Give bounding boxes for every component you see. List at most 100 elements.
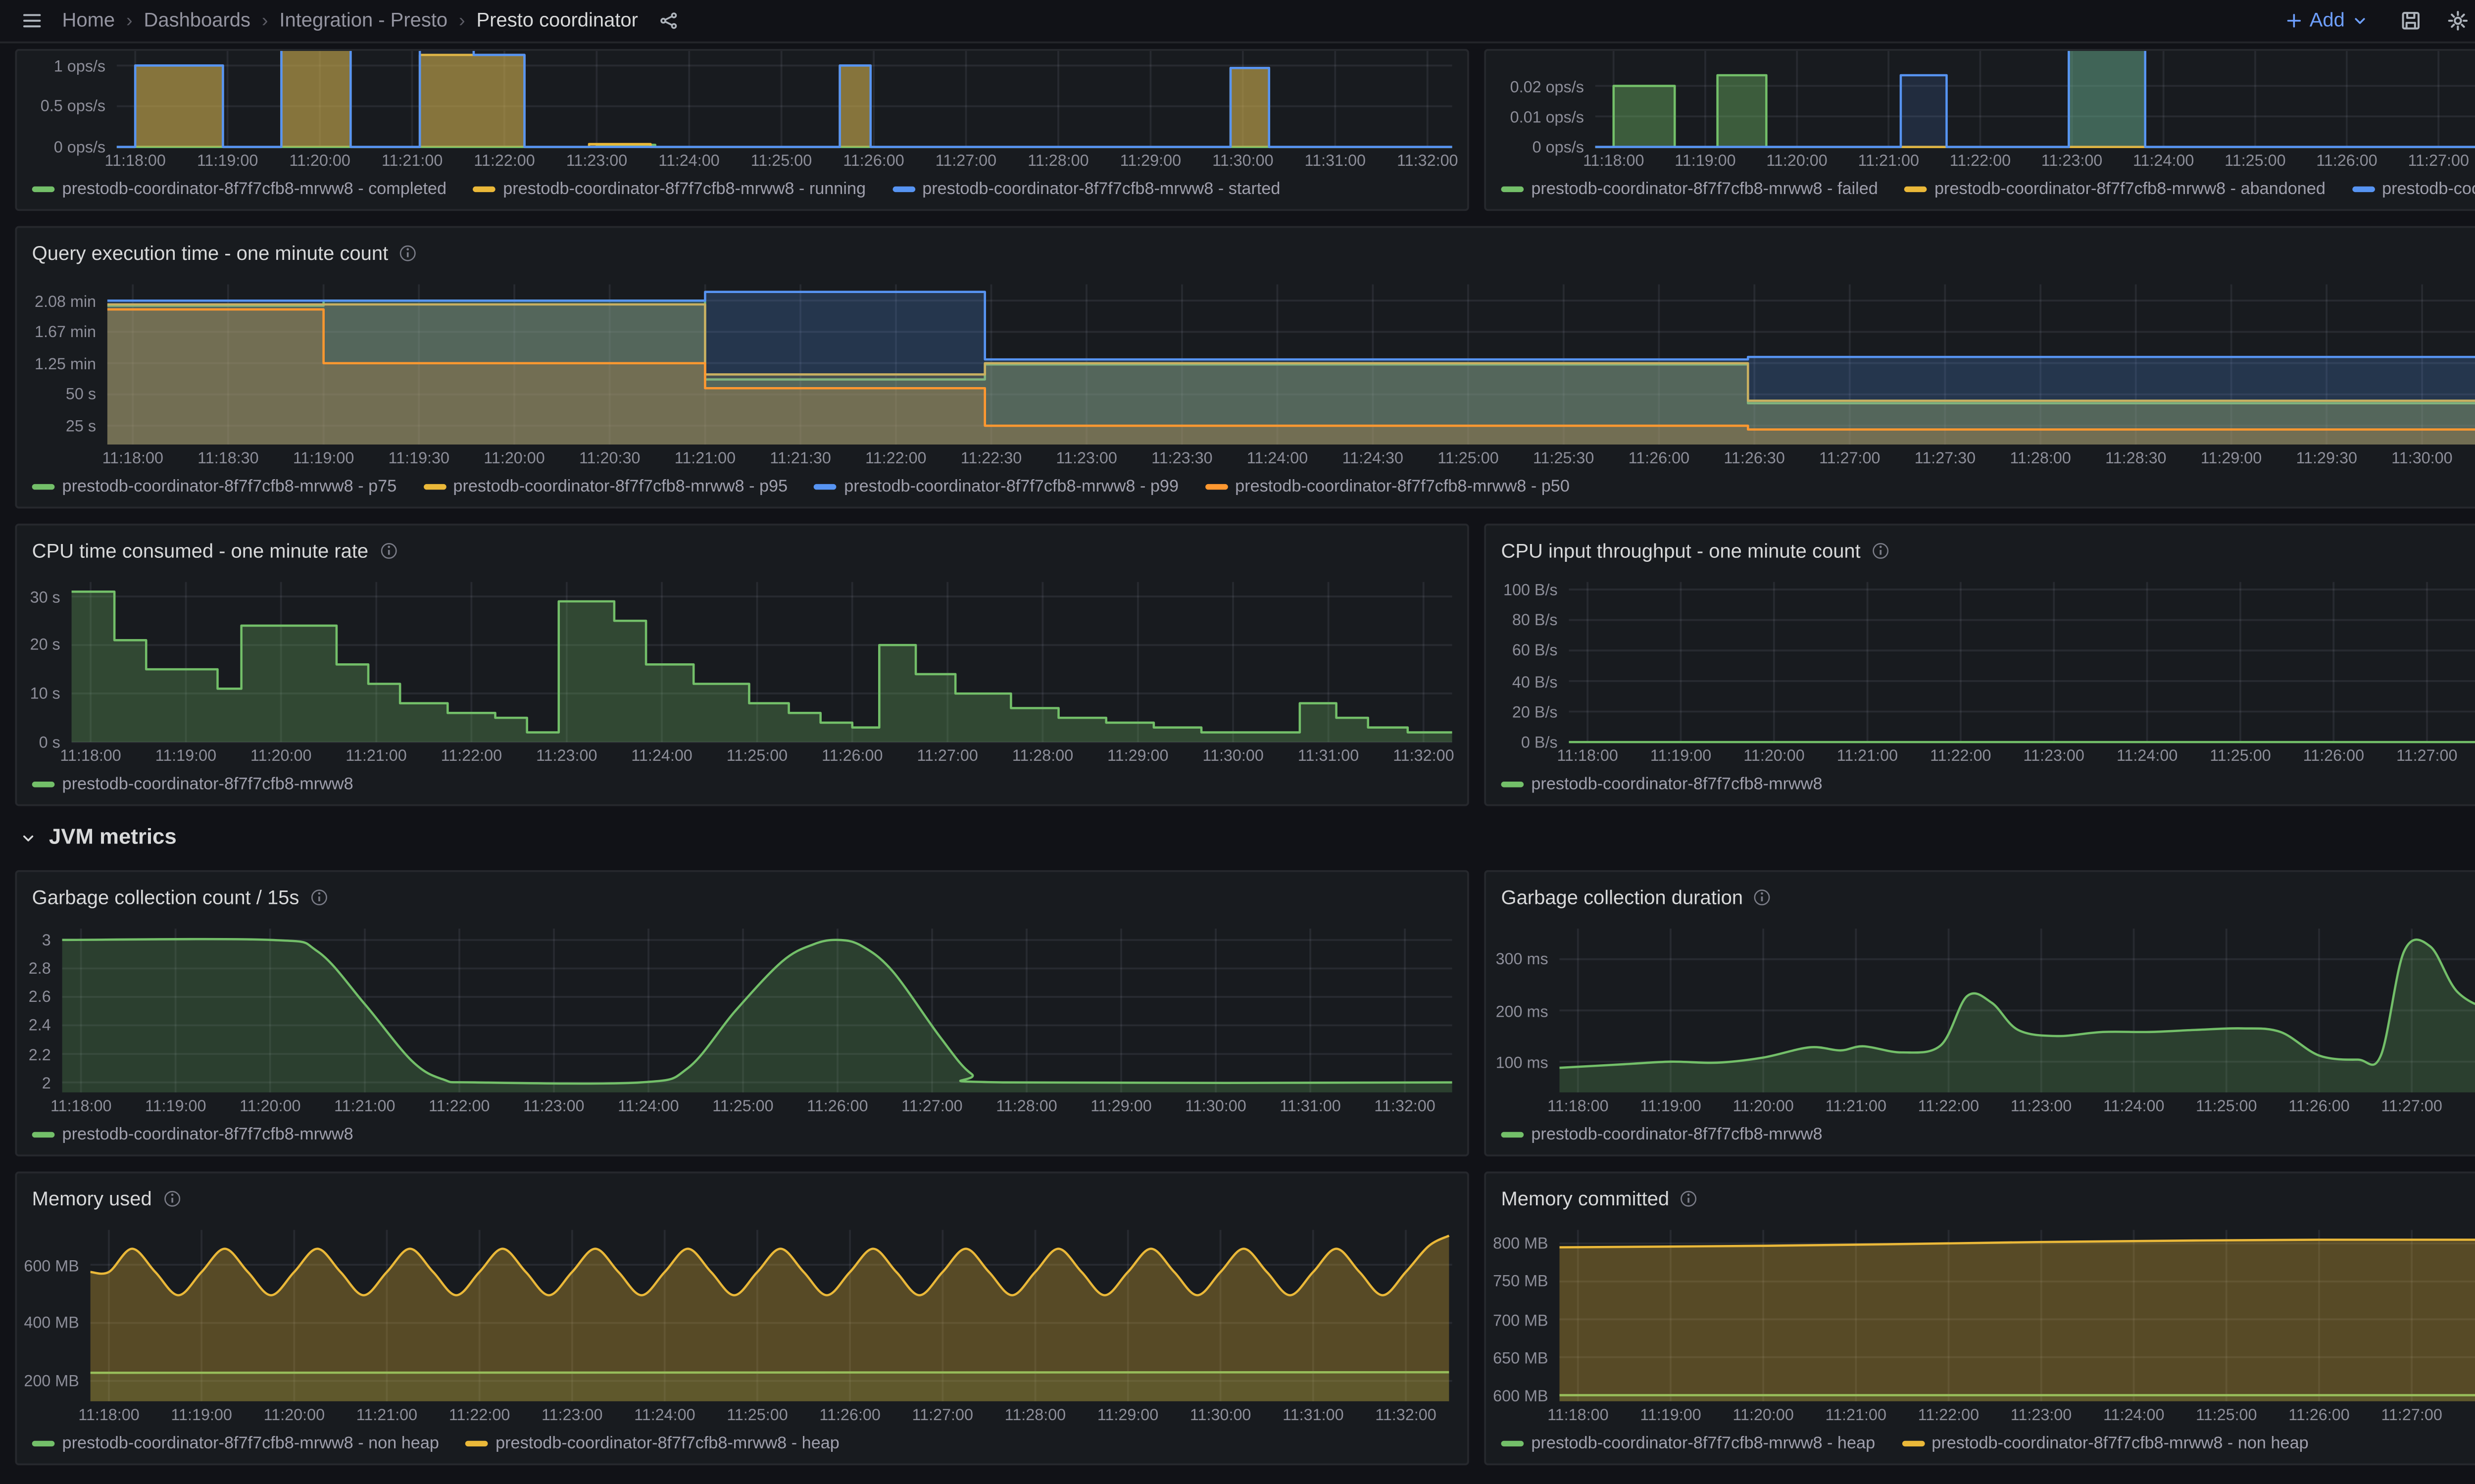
memory-used-legend: prestodb-coordinator-8f7f7cfb8-mrww8 - n… bbox=[17, 1428, 1467, 1463]
legend-series-color bbox=[1501, 781, 1524, 786]
y-axis-label: 50 s bbox=[17, 385, 96, 404]
x-axis-label: 11:23:00 bbox=[523, 1096, 585, 1115]
x-axis-label: 11:21:00 bbox=[334, 1096, 396, 1115]
info-icon[interactable] bbox=[308, 887, 329, 908]
plot-area[interactable] bbox=[17, 273, 2475, 471]
query-execution-time-chart[interactable]: 25 s50 s1.25 min1.67 min2.08 min11:18:00… bbox=[17, 273, 2475, 471]
x-axis-label: 11:20:00 bbox=[1732, 1096, 1794, 1115]
gc-duration-chart[interactable]: 100 ms200 ms300 ms11:18:0011:19:0011:20:… bbox=[1486, 917, 2475, 1119]
breadcrumb-item[interactable]: Presto coordinator bbox=[477, 9, 638, 32]
breadcrumb-item[interactable]: Home bbox=[62, 9, 115, 32]
memory-used-chart[interactable]: 200 MB400 MB600 MB11:18:0011:19:0011:20:… bbox=[17, 1219, 1467, 1428]
panel-gc-duration: Garbage collection duration 100 ms200 ms… bbox=[1484, 870, 2475, 1156]
info-icon[interactable] bbox=[1679, 1188, 1699, 1209]
x-axis-label: 11:21:00 bbox=[1825, 1405, 1886, 1424]
x-axis-label: 11:18:00 bbox=[104, 150, 166, 169]
y-axis-label: 750 MB bbox=[1486, 1272, 1548, 1291]
legend-item[interactable]: prestodb-coordinator-8f7f7cfb8-mrww8 - a… bbox=[1904, 179, 2326, 198]
x-axis-label: 11:26:00 bbox=[807, 1096, 868, 1115]
panel-title[interactable]: Garbage collection duration bbox=[1501, 886, 1743, 909]
hamburger-icon bbox=[21, 9, 44, 32]
plus-icon bbox=[2285, 11, 2304, 30]
x-axis-label: 11:20:00 bbox=[240, 1096, 301, 1115]
x-axis-label: 11:26:00 bbox=[2288, 1405, 2350, 1424]
panel-title[interactable]: Garbage collection count / 15s bbox=[32, 886, 299, 909]
gc-count-chart[interactable]: 22.22.42.62.8311:18:0011:19:0011:20:0011… bbox=[17, 917, 1467, 1119]
plot-area[interactable] bbox=[17, 917, 1467, 1119]
x-axis-label: 11:21:00 bbox=[675, 448, 736, 467]
legend-item[interactable]: prestodb-coordinator-8f7f7cfb8-mrww8 - h… bbox=[1501, 1434, 1876, 1452]
plot-area[interactable] bbox=[1486, 917, 2475, 1119]
panel-cpu-time-consumed: CPU time consumed - one minute rate 0 s1… bbox=[15, 524, 1469, 806]
breadcrumb-item[interactable]: Dashboards bbox=[144, 9, 250, 32]
x-axis-label: 11:22:00 bbox=[449, 1405, 510, 1424]
info-icon[interactable] bbox=[161, 1188, 182, 1209]
save-dashboard-button[interactable] bbox=[2394, 4, 2427, 38]
legend-item[interactable]: prestodb-coordinator-8f7f7cfb8-mrww8 - n… bbox=[32, 1434, 439, 1452]
x-axis-label: 11:21:00 bbox=[382, 150, 443, 169]
gc-count-legend: prestodb-coordinator-8f7f7cfb8-mrww8 bbox=[17, 1119, 1467, 1154]
legend-item[interactable]: prestodb-coordinator-8f7f7cfb8-mrww8 - h… bbox=[465, 1434, 840, 1452]
y-axis-label: 2.2 bbox=[17, 1044, 50, 1063]
dashboard-settings-button[interactable] bbox=[2441, 4, 2475, 38]
queries-by-state-chart[interactable]: 1 ops/s0.5 ops/s0 ops/s11:18:0011:19:001… bbox=[17, 51, 1467, 173]
x-axis-label: 11:18:00 bbox=[1547, 1096, 1609, 1115]
add-button[interactable]: Add bbox=[2274, 7, 2380, 34]
legend-item[interactable]: prestodb-coordinator-8f7f7cfb8-mrww8 bbox=[1501, 774, 1823, 793]
y-axis-label: 0 ops/s bbox=[17, 138, 105, 156]
panel-title[interactable]: Memory used bbox=[32, 1187, 152, 1210]
panel-title[interactable]: CPU input throughput - one minute count bbox=[1501, 540, 1861, 562]
x-axis-label: 11:24:00 bbox=[631, 746, 693, 765]
x-axis-label: 11:26:00 bbox=[1629, 448, 1690, 467]
legend-item[interactable]: prestodb-coordinator-8f7f7cfb8-mrww8 - c… bbox=[2352, 179, 2475, 198]
y-axis-label: 20 B/s bbox=[1486, 702, 1558, 721]
legend-item[interactable]: prestodb-coordinator-8f7f7cfb8-mrww8 - p… bbox=[32, 477, 397, 495]
menu-button[interactable] bbox=[15, 4, 49, 38]
panel-title[interactable]: CPU time consumed - one minute rate bbox=[32, 540, 368, 562]
x-axis-label: 11:31:00 bbox=[1280, 1096, 1341, 1115]
queries-failed-legend: prestodb-coordinator-8f7f7cfb8-mrww8 - f… bbox=[1486, 173, 2475, 209]
breadcrumb-item[interactable]: Integration - Presto bbox=[279, 9, 447, 32]
panel-title[interactable]: Memory committed bbox=[1501, 1187, 1670, 1210]
legend-item[interactable]: prestodb-coordinator-8f7f7cfb8-mrww8 - r… bbox=[473, 179, 866, 198]
legend-item[interactable]: prestodb-coordinator-8f7f7cfb8-mrww8 - p… bbox=[423, 477, 788, 495]
info-icon[interactable] bbox=[397, 243, 418, 264]
plot-area[interactable] bbox=[1486, 1219, 2475, 1428]
plot-area[interactable] bbox=[1486, 571, 2475, 769]
panel-title[interactable]: Query execution time - one minute count bbox=[32, 242, 389, 265]
y-axis-label: 0 s bbox=[17, 733, 60, 751]
info-icon[interactable] bbox=[378, 541, 398, 561]
x-axis-label: 11:18:30 bbox=[198, 448, 259, 467]
legend-series-name: prestodb-coordinator-8f7f7cfb8-mrww8 bbox=[62, 1125, 353, 1143]
cpu-time-consumed-chart[interactable]: 0 s10 s20 s30 s11:18:0011:19:0011:20:001… bbox=[17, 571, 1467, 769]
x-axis-label: 11:23:00 bbox=[542, 1405, 603, 1424]
x-axis-label: 11:24:00 bbox=[2103, 1405, 2165, 1424]
jvm-metrics-section-toggle[interactable]: JVM metrics bbox=[15, 821, 2475, 855]
x-axis-label: 11:27:00 bbox=[2408, 150, 2469, 169]
plot-area[interactable] bbox=[17, 571, 1467, 769]
memory-committed-chart[interactable]: 600 MB650 MB700 MB750 MB800 MB11:18:0011… bbox=[1486, 1219, 2475, 1428]
cpu-input-throughput-chart[interactable]: 0 B/s20 B/s40 B/s60 B/s80 B/s100 B/s11:1… bbox=[1486, 571, 2475, 769]
legend-item[interactable]: prestodb-coordinator-8f7f7cfb8-mrww8 bbox=[32, 774, 353, 793]
y-axis-label: 1 ops/s bbox=[17, 56, 105, 75]
queries-failed-chart[interactable]: 0.02 ops/s0.01 ops/s0 ops/s11:18:0011:19… bbox=[1486, 51, 2475, 173]
x-axis-label: 11:27:00 bbox=[1819, 448, 1881, 467]
plot-area[interactable] bbox=[17, 1219, 1467, 1428]
y-axis-label: 300 ms bbox=[1486, 950, 1548, 969]
legend-item[interactable]: prestodb-coordinator-8f7f7cfb8-mrww8 - p… bbox=[814, 477, 1179, 495]
legend-item[interactable]: prestodb-coordinator-8f7f7cfb8-mrww8 - f… bbox=[1501, 179, 1878, 198]
legend-item[interactable]: prestodb-coordinator-8f7f7cfb8-mrww8 bbox=[1501, 1125, 1823, 1143]
legend-item[interactable]: prestodb-coordinator-8f7f7cfb8-mrww8 - p… bbox=[1205, 477, 1570, 495]
legend-item[interactable]: prestodb-coordinator-8f7f7cfb8-mrww8 - c… bbox=[32, 179, 446, 198]
x-axis-label: 11:28:00 bbox=[2010, 448, 2071, 467]
share-dashboard-button[interactable] bbox=[651, 4, 685, 38]
legend-item[interactable]: prestodb-coordinator-8f7f7cfb8-mrww8 - n… bbox=[1901, 1434, 2308, 1452]
legend-series-color bbox=[1501, 1440, 1524, 1445]
info-icon[interactable] bbox=[1870, 541, 1891, 561]
x-axis-label: 11:23:00 bbox=[1056, 448, 1117, 467]
legend-series-color bbox=[32, 781, 55, 786]
info-icon[interactable] bbox=[1752, 887, 1773, 908]
legend-item[interactable]: prestodb-coordinator-8f7f7cfb8-mrww8 bbox=[32, 1125, 353, 1143]
x-axis-label: 11:25:00 bbox=[727, 1405, 788, 1424]
legend-item[interactable]: prestodb-coordinator-8f7f7cfb8-mrww8 - s… bbox=[892, 179, 1280, 198]
